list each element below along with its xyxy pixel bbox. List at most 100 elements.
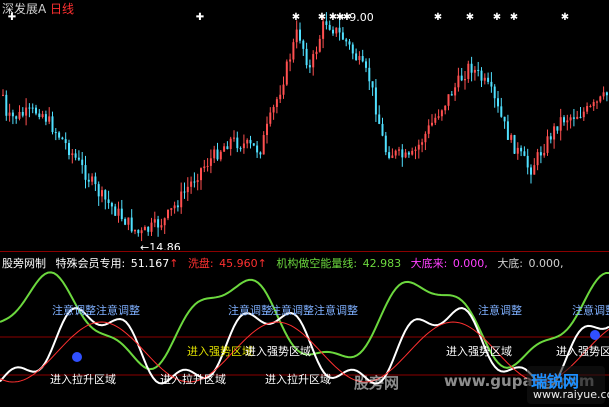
candle-body: [497, 98, 499, 107]
candle-body: [94, 176, 97, 185]
strong-zone-label: 进入强势区域: [556, 345, 609, 358]
candle-body: [242, 143, 245, 149]
candle-body: [5, 94, 8, 116]
candle-body: [114, 206, 117, 216]
candle-body: [190, 181, 193, 187]
candle-body: [510, 135, 513, 140]
signal-marker-icon: ✱: [510, 12, 518, 23]
candle-body: [239, 148, 242, 150]
candle-body: [526, 155, 529, 168]
candle-body: [315, 51, 318, 55]
candle-body: [589, 106, 592, 108]
candle-body: [48, 116, 51, 122]
candle-body: [332, 29, 334, 34]
candle-body: [358, 56, 361, 61]
candle-body: [348, 41, 351, 45]
candle-body: [167, 209, 169, 219]
signal-marker-icon: ✱: [466, 12, 474, 23]
pull-zone-label: 进入拉升区域: [265, 372, 331, 386]
signal-dot: [72, 352, 82, 362]
signal-marker-icon: ✱: [434, 12, 442, 23]
candle-body: [391, 155, 394, 158]
candle-body: [246, 139, 249, 144]
candle-body: [483, 77, 486, 81]
candle-body: [143, 226, 146, 231]
candle-body: [266, 123, 268, 136]
candle-body: [289, 59, 292, 62]
candle-body: [599, 96, 602, 102]
candle-body: [421, 142, 424, 145]
candle-body: [117, 208, 120, 216]
candle-body: [559, 117, 562, 131]
candle-body: [381, 123, 384, 136]
candle-body: [279, 94, 282, 100]
candlestick-chart[interactable]: ✚ ✚ ✱ ✱ ✱✱✱ ✱ ✱ ✱ ✱ ✱←9.00←14.86: [0, 0, 609, 250]
candle-body: [150, 222, 153, 232]
attention-label: 注意调整注意调整: [52, 303, 140, 317]
candle-body: [272, 107, 275, 113]
candle-body: [8, 112, 11, 116]
candle-body: [431, 122, 433, 126]
candle-body: [566, 120, 569, 123]
candle-body: [411, 150, 414, 155]
candle-body: [186, 186, 189, 193]
candle-body: [520, 147, 523, 152]
candle-body: [193, 181, 196, 183]
site-logo: 瑞锐网 www.raiyue.com: [527, 366, 609, 404]
candle-body: [351, 44, 354, 54]
candle-body: [361, 56, 364, 62]
candle-body: [15, 116, 18, 119]
candle-body: [97, 184, 100, 197]
watermark-text: 股旁网: [354, 372, 399, 393]
candle-body: [292, 42, 295, 60]
candle-body: [302, 40, 305, 49]
candle-body: [318, 38, 321, 52]
candle-body: [388, 152, 391, 158]
candle-body: [444, 105, 447, 111]
candle-body: [120, 208, 123, 220]
candle-body: [355, 53, 358, 61]
candle-body: [308, 65, 311, 68]
candle-body: [209, 158, 212, 166]
candle-body: [2, 94, 4, 96]
candle-body: [200, 168, 202, 181]
candle-body: [596, 101, 598, 103]
candle-body: [553, 126, 556, 140]
candle-body: [407, 152, 410, 155]
stock-chart-window: 深发展A 日线 ✚ ✚ ✱ ✱ ✱ ✱ ✱ ✱ ✱ ✱ ✱ ✱ ←9.00 ←14.86 股旁网制 特殊会…: [0, 0, 609, 407]
candle-body: [153, 219, 156, 223]
candle-body: [140, 230, 143, 234]
candle-body: [183, 191, 186, 193]
attention-label: 注意调整: [572, 303, 609, 317]
candle-body: [170, 208, 173, 210]
candle-body: [543, 152, 546, 156]
candle-body: [384, 135, 387, 153]
candle-body: [490, 81, 493, 87]
candle-body: [130, 217, 133, 232]
candle-body: [394, 150, 397, 156]
candle-body: [424, 133, 427, 143]
candle-body: [523, 151, 526, 156]
candle-body: [229, 138, 232, 150]
candle-body: [460, 75, 463, 81]
candle-body: [137, 229, 140, 234]
candle-body: [41, 114, 44, 117]
panel-divider[interactable]: [0, 251, 609, 252]
candle-body: [54, 132, 57, 134]
candle-body: [196, 180, 199, 183]
candle-body: [576, 116, 579, 119]
candle-body: [464, 79, 466, 81]
candle-body: [539, 152, 542, 156]
candle-body: [516, 147, 519, 154]
candle-body: [335, 27, 338, 34]
candle-body: [299, 29, 301, 41]
candle-body: [312, 54, 315, 68]
candle-body: [157, 219, 160, 228]
candle-body: [275, 99, 278, 108]
candle-body: [328, 24, 331, 30]
pull-zone-label: 进入拉升区域: [50, 372, 116, 386]
candle-body: [513, 135, 516, 154]
candle-body: [249, 139, 252, 144]
candle-body: [104, 190, 107, 200]
candle-body: [58, 132, 61, 138]
